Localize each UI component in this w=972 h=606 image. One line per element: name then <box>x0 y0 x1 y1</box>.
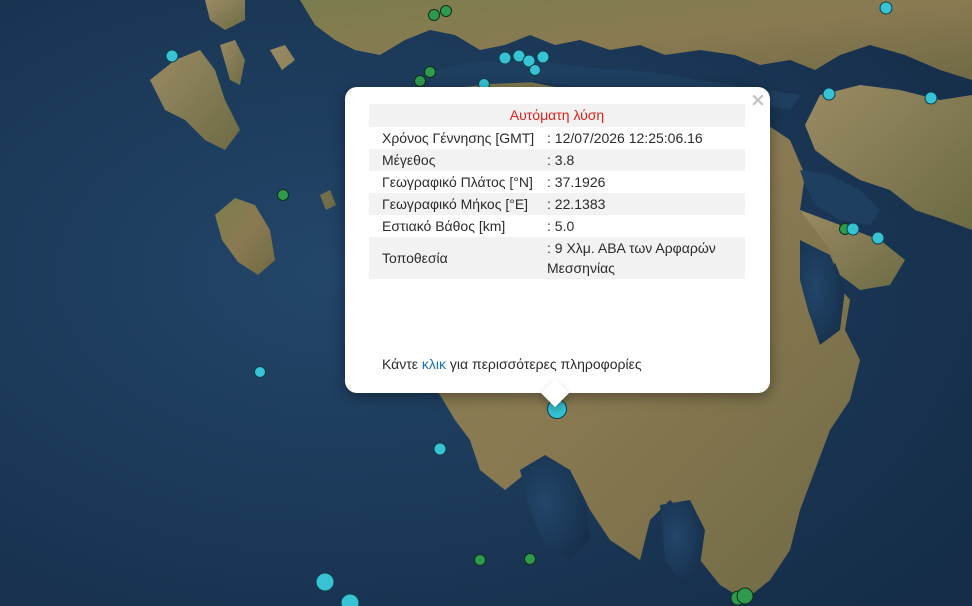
location-value: : 9 Χλμ. ΑΒΑ των Αρφαρών Μεσσηνίας <box>547 240 716 276</box>
table-row: Μέγεθος : 3.8 <box>369 149 745 171</box>
longitude-label: Γεωγραφικό Μήκος [°E] <box>382 196 529 212</box>
table-row: Γεωγραφικό Πλάτος [°N] : 37.1926 <box>369 171 745 193</box>
origin-time-value: : 12/07/2026 12:25:06.16 <box>547 130 703 146</box>
earthquake-marker[interactable] <box>433 442 447 456</box>
table-row: Χρόνος Γέννησης [GMT] : 12/07/2026 12:25… <box>369 127 745 149</box>
earthquake-marker[interactable] <box>428 9 440 21</box>
earthquake-info-table: Χρόνος Γέννησης [GMT] : 12/07/2026 12:25… <box>369 127 745 279</box>
table-row: Εστιακό Βάθος [km] : 5.0 <box>369 215 745 237</box>
earthquake-marker[interactable] <box>529 64 541 76</box>
latitude-label: Γεωγραφικό Πλάτος [°N] <box>382 174 533 190</box>
origin-time-label: Χρόνος Γέννησης [GMT] <box>382 130 535 146</box>
earthquake-marker[interactable] <box>277 189 289 201</box>
earthquake-marker[interactable] <box>879 1 893 15</box>
more-info-text: Κάντε κλικ για περισσότερες πληροφορίες <box>382 354 642 374</box>
location-label: Τοποθεσία <box>382 250 448 266</box>
earthquake-marker[interactable] <box>474 554 486 566</box>
more-info-suffix: για περισσότερες πληροφορίες <box>446 356 642 372</box>
earthquake-marker[interactable] <box>254 366 266 378</box>
earthquake-marker[interactable] <box>315 572 335 592</box>
popup-title: Αυτόματη λύση <box>369 104 745 127</box>
earthquake-marker[interactable] <box>414 75 426 87</box>
earthquake-marker[interactable] <box>424 66 436 78</box>
earthquake-marker[interactable] <box>536 50 550 64</box>
earthquake-marker[interactable] <box>924 91 938 105</box>
magnitude-label: Μέγεθος <box>382 152 436 168</box>
earthquake-marker[interactable] <box>524 553 536 565</box>
close-button[interactable]: × <box>750 90 766 110</box>
earthquake-marker[interactable] <box>736 587 754 605</box>
earthquake-marker[interactable] <box>846 222 860 236</box>
earthquake-marker[interactable] <box>440 5 452 17</box>
more-info-link[interactable]: κλικ <box>422 356 446 372</box>
earthquake-marker[interactable] <box>871 231 885 245</box>
earthquake-marker[interactable] <box>822 87 836 101</box>
table-row: Τοποθεσία : 9 Χλμ. ΑΒΑ των Αρφαρών Μεσση… <box>369 237 745 279</box>
latitude-value: : 37.1926 <box>547 174 606 190</box>
depth-value: : 5.0 <box>547 218 575 234</box>
more-info-prefix: Κάντε <box>382 356 422 372</box>
earthquake-marker[interactable] <box>165 49 179 63</box>
longitude-value: : 22.1383 <box>547 196 606 212</box>
earthquake-marker[interactable] <box>498 51 512 65</box>
magnitude-value: : 3.8 <box>547 152 575 168</box>
table-row: Γεωγραφικό Μήκος [°E] : 22.1383 <box>369 193 745 215</box>
depth-label: Εστιακό Βάθος [km] <box>382 218 506 234</box>
